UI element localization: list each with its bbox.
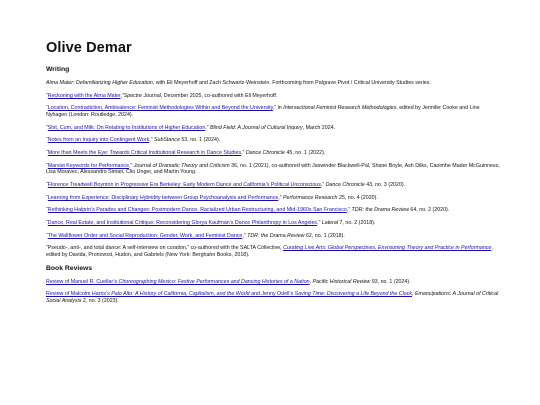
book-title: Alma Mater: Defamiliarizing Higher Educa…	[46, 80, 153, 86]
writing-entry: “Shit, Cum, and Milk: On Relating to Ins…	[46, 125, 502, 132]
writing-entry: “Rethinking Halprin’s Parades and Change…	[46, 207, 502, 214]
review-link-text: and Jenny Odell’s	[249, 291, 295, 298]
review-entry: Review of Malcolm Harris’s Palo Alto: A …	[46, 291, 502, 304]
page-title: Olive Demar	[46, 40, 132, 56]
writing-entry: “The Wallflower Order and Social Reprodu…	[46, 233, 502, 240]
journal-title: Spectre Journal	[123, 92, 161, 99]
section-heading-book-reviews: Book Reviews	[46, 264, 93, 272]
journal-title: Journal of Dramatic Theory and Criticism	[133, 162, 230, 169]
writing-entry: “Florence Treadwell Boynton in Progressi…	[46, 182, 502, 189]
book-link-title: Curating Live Arts: Global Perspectives,…	[283, 245, 492, 252]
journal-title: TDR: the Drama Review	[247, 232, 305, 239]
review-book-title: Saving Time: Discovering a Life Beyond t…	[294, 291, 413, 298]
article-link[interactable]: Florence Treadwell Boynton in Progressiv…	[48, 182, 321, 188]
writing-entry: “Marxist Keywords for Performance,” Jour…	[46, 163, 502, 176]
entry-text: , December 2025, co-authored with Eli Me…	[160, 92, 278, 99]
section-heading-writing: Writing	[46, 66, 70, 73]
journal-title: Dance Chronicle	[325, 182, 365, 188]
article-link[interactable]: The Wallflower Order and Social Reproduc…	[48, 233, 243, 239]
article-link[interactable]: Shit, Cum, and Milk: On Relating to Inst…	[48, 125, 206, 131]
journal-title: SubStance	[153, 137, 180, 144]
journal-title: Performance Research	[283, 194, 338, 201]
entry-text: 2, no. 3 (2023).	[81, 298, 119, 304]
article-link[interactable]: Marxist Keywords for Performance	[48, 163, 129, 169]
writing-entry: “Location, Contradiction, Ambivalence: F…	[46, 105, 502, 118]
writing-entry: “More than Meets the Eye: Towards Critic…	[46, 150, 502, 157]
entry-text: 43, no. 3 (2020).	[364, 182, 406, 188]
journal-title: Pacific Historical Review	[312, 278, 371, 285]
writing-entry: “Reckoning with the Alma Mater,”Spectre …	[46, 93, 502, 100]
writing-entry: “Dance, Real Estate, and Institutional C…	[46, 220, 502, 227]
article-link[interactable]: More than Meets the Eye: Towards Critica…	[48, 150, 241, 156]
journal-title: Blind Field: A Journal of Cultural Inqui…	[210, 124, 303, 131]
writing-entry: “Notes from an Inquiry into Contingent W…	[46, 137, 502, 144]
review-book-title: Palo Alto: A History of California, Capi…	[111, 291, 250, 298]
review-link-text: Review of Malcolm Harris’s	[46, 291, 112, 298]
entry-text: 7, no. 2 (2018).	[338, 220, 376, 227]
entry-text: 25, no. 4 (2020).	[337, 194, 378, 201]
article-link[interactable]: Rethinking Halprin’s Parades and Changes…	[48, 207, 347, 213]
article-link[interactable]: Reckoning with the Alma Mater	[48, 93, 121, 99]
entry-text: 62, no. 1 (2018).	[304, 232, 345, 239]
journal-title: Intersectional Feminist Research Methodo…	[283, 105, 397, 112]
entry-text: 93, no. 1 (2024).	[370, 278, 411, 285]
journal-title: TDR: the Drama Review	[351, 207, 409, 214]
review-link-text: Review of Manuel R. Cuellar’s	[46, 278, 119, 285]
review-entry: Review of Manuel R. Cuellar’s Choreograp…	[46, 279, 502, 286]
writing-entry: Alma Mater: Defamiliarizing Higher Educa…	[46, 80, 502, 87]
entry-text: , March 2024.	[302, 124, 336, 131]
article-link[interactable]: Location, Contradiction, Ambivalence: Fe…	[48, 105, 273, 111]
review-book-title: Choreographing Mexico: Festive Performan…	[118, 278, 310, 285]
entry-text: 53, no. 1 (2024).	[179, 137, 221, 144]
entry-text: 45, no. 1 (2022).	[285, 150, 326, 157]
entry-text: , with Eli Meyerhoff and Zach Schwartz-W…	[152, 80, 431, 86]
writing-entry: “Learning from Experience: Disciplinary …	[46, 195, 502, 202]
cv-page: Olive Demar Writing Alma Mater: Defamili…	[0, 0, 540, 305]
entry-text: 64, no. 2 (2020).	[408, 207, 450, 214]
journal-title: Lateral	[321, 220, 339, 227]
quote-mark: ,” in	[272, 105, 284, 112]
journal-title: Dance Chronicle	[245, 150, 285, 157]
review-link[interactable]: Review of Manuel R. Cuellar’s Choreograp…	[46, 279, 310, 285]
book-link[interactable]: Curating Live Arts: Global Perspectives,…	[283, 245, 491, 251]
review-link[interactable]: Review of Malcolm Harris’s Palo Alto: A …	[46, 291, 412, 297]
writing-entry: “Pseudo-, anti-, and total dance: A self…	[46, 245, 502, 258]
article-link[interactable]: Dance, Real Estate, and Institutional Cr…	[48, 220, 317, 226]
article-link[interactable]: Learning from Experience: Disciplinary H…	[48, 195, 279, 201]
entry-text: “Pseudo-, anti-, and total dance: A self…	[46, 245, 284, 252]
article-link[interactable]: Notes from an Inquiry into Contingent Wo…	[48, 137, 149, 143]
